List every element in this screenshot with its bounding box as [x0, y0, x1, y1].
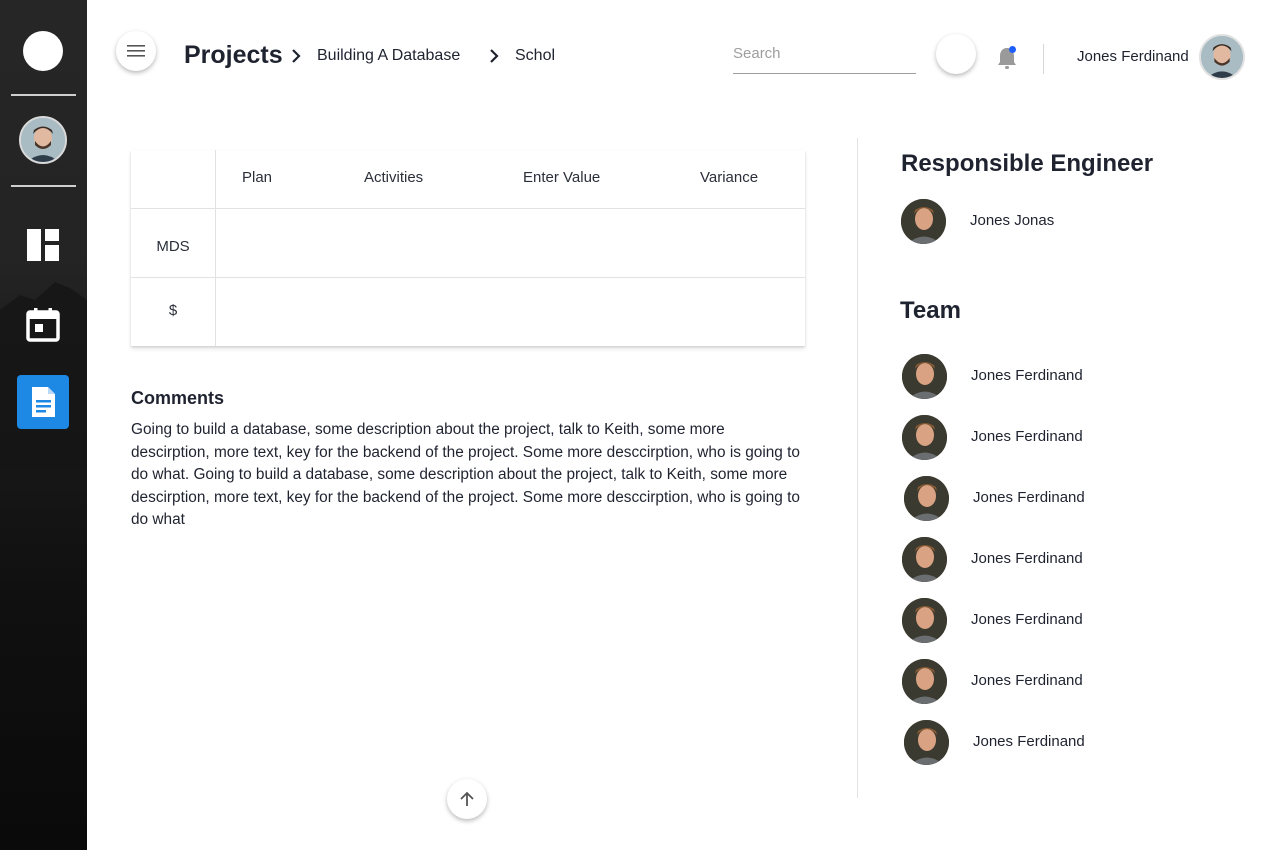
document-icon [32, 387, 55, 417]
responsible-engineer[interactable]: Jones Jonas [901, 198, 1054, 244]
user-avatar[interactable] [1199, 34, 1245, 80]
table-divider [215, 150, 216, 346]
team-member[interactable]: Jones Ferdinand [902, 536, 1083, 582]
scroll-to-top-button[interactable] [447, 779, 487, 819]
search-input[interactable] [733, 42, 916, 74]
team-member-name: Jones Ferdinand [971, 428, 1083, 445]
breadcrumb-item-current[interactable]: Schol [515, 46, 555, 66]
team-member-name: Jones Ferdinand [971, 550, 1083, 567]
column-header-activities: Activities [364, 169, 424, 186]
team-member-avatar [902, 597, 947, 643]
panel-divider [857, 138, 858, 798]
team-member[interactable]: Jones Ferdinand [902, 414, 1083, 460]
team-member[interactable]: Jones Ferdinand [904, 475, 1085, 521]
team-member-avatar [902, 536, 947, 582]
breadcrumb-title[interactable]: Projects [184, 40, 283, 70]
column-header-variance: Variance [700, 169, 759, 186]
row-label-mds: MDS [156, 238, 190, 255]
sidebar [0, 0, 87, 850]
team-member-avatar [904, 475, 949, 521]
team-member[interactable]: Jones Ferdinand [902, 597, 1083, 643]
team-member-avatar [904, 719, 949, 765]
user-name[interactable]: Jones Ferdinand [1077, 48, 1189, 66]
team-title: Team [900, 297, 961, 324]
team-member[interactable]: Jones Ferdinand [902, 658, 1083, 704]
responsible-engineer-title: Responsible Engineer [901, 150, 1154, 177]
team-member-avatar [902, 658, 947, 704]
arrow-up-icon [460, 791, 474, 806]
comments-body: Going to build a database, some descript… [131, 421, 800, 529]
column-header-enter-value: Enter Value [523, 169, 601, 186]
sidebar-avatar[interactable] [19, 116, 67, 164]
header-divider [1043, 44, 1044, 74]
table-divider [131, 277, 805, 278]
team-member[interactable]: Jones Ferdinand [902, 353, 1083, 399]
logo-icon[interactable] [23, 31, 63, 71]
sidebar-background-mountain [0, 282, 87, 470]
plan-table: Plan Activities Enter Value Variance MDS… [131, 150, 805, 346]
notification-badge [1009, 46, 1016, 53]
chevron-right-icon [490, 49, 499, 63]
action-button[interactable] [936, 34, 976, 74]
team-member-avatar [902, 414, 947, 460]
team-member[interactable]: Jones Ferdinand [904, 719, 1085, 765]
calendar-icon[interactable] [24, 305, 62, 343]
menu-icon [127, 45, 145, 57]
team-member-name: Jones Ferdinand [971, 611, 1083, 628]
sidebar-divider [11, 185, 76, 187]
team-member-name: Jones Ferdinand [971, 367, 1083, 384]
team-member-avatar [902, 353, 947, 399]
chevron-right-icon [292, 49, 301, 63]
sidebar-divider [11, 94, 76, 96]
column-header-plan: Plan [242, 169, 273, 186]
menu-button[interactable] [116, 31, 156, 71]
table-divider [131, 208, 805, 209]
team-member-name: Jones Ferdinand [971, 672, 1083, 689]
row-label-dollar: $ [168, 302, 178, 319]
dashboard-icon[interactable] [24, 226, 62, 264]
avatar-image [1201, 36, 1243, 78]
breadcrumb-item-project[interactable]: Building A Database [317, 46, 460, 66]
sidebar-item-documents[interactable] [17, 375, 69, 429]
engineer-avatar [901, 198, 946, 244]
avatar-image [21, 118, 65, 162]
engineer-name: Jones Jonas [970, 212, 1055, 229]
comments-title: Comments [131, 388, 225, 408]
team-member-name: Jones Ferdinand [973, 489, 1085, 506]
team-member-name: Jones Ferdinand [973, 733, 1085, 750]
